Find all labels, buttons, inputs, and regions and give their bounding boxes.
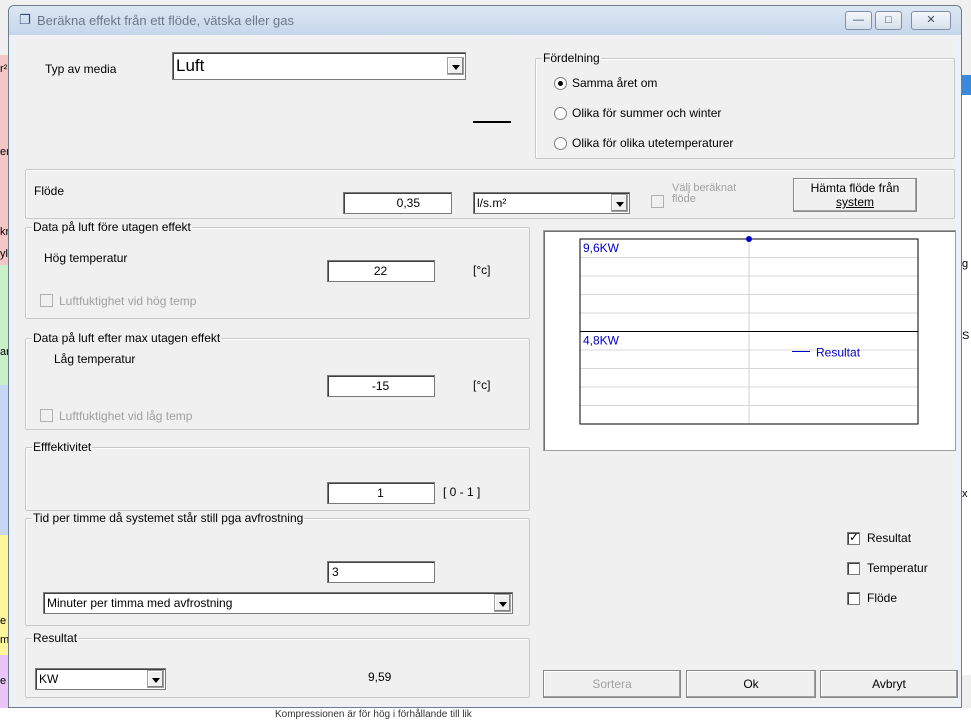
legend-temperature-label[interactable]: Temperatur	[867, 561, 928, 575]
high-temp-input[interactable]: 22	[327, 260, 435, 282]
result-title: Resultat	[32, 631, 79, 645]
flow-unit-select[interactable]: l/s.m²	[473, 192, 630, 214]
ok-button[interactable]: Ok	[686, 670, 816, 698]
result-chart-panel: 9,6KW 4,8KW Resultat	[543, 230, 956, 451]
low-humidity-label: Luftfuktighet vid låg temp	[59, 409, 193, 423]
dialog-client-area: Typ av media Luft Fördelning Samma året …	[16, 36, 958, 704]
separator-dash	[473, 121, 511, 123]
background-fragment: r²	[0, 63, 8, 75]
background-fragment: yl	[0, 248, 8, 260]
fetch-flow-button-line2: system	[835, 195, 874, 209]
background-fragment: e	[0, 615, 7, 627]
legend-result-checkbox[interactable]	[847, 530, 860, 545]
close-button[interactable]: ✕	[911, 11, 951, 30]
title-bar[interactable]: ❐ Beräkna effekt från ett flöde, vätska …	[9, 6, 961, 35]
chart-y-label: 4,8KW	[583, 334, 620, 348]
calculated-flow-label-line2: flöde	[672, 193, 696, 205]
background-status-text: Kompressionen är för hög i förhållande t…	[275, 709, 472, 720]
radio-label[interactable]: Olika för summer och winter	[572, 106, 721, 120]
fetch-flow-button-line1: Hämta flöde från	[810, 181, 900, 195]
background-bottom-strip	[0, 708, 971, 719]
chevron-down-icon[interactable]	[447, 57, 464, 75]
high-humidity-label: Luftfuktighet vid hög temp	[59, 294, 197, 308]
efficiency-range: [ 0 - 1 ]	[443, 485, 481, 499]
background-fragment: x	[962, 488, 968, 500]
minimize-button[interactable]: —	[845, 11, 872, 30]
legend-temperature-checkbox[interactable]	[847, 562, 860, 575]
high-temp-label: Hög temperatur	[44, 251, 128, 265]
efficiency-group: Efffektivitet 1 [ 0 - 1 ]	[25, 440, 530, 511]
legend-flow-checkbox[interactable]	[847, 592, 860, 605]
fetch-flow-button[interactable]: Hämta flöde från system	[793, 178, 917, 212]
high-humidity-checkbox[interactable]	[40, 294, 53, 307]
radio-label[interactable]: Olika för olika utetemperaturer	[572, 136, 733, 150]
radio-summer-winter[interactable]	[554, 107, 567, 120]
chart-data-point	[746, 236, 752, 242]
media-type-value: Luft	[176, 56, 205, 75]
flow-unit-value: l/s.m²	[477, 196, 507, 210]
radio-label[interactable]: Samma året om	[572, 76, 657, 90]
calculated-flow-label: Välj beräknat flöde	[672, 183, 736, 205]
air-after-title: Data på luft efter max utagen effekt	[32, 331, 222, 345]
result-group: Resultat KW 9,59	[25, 631, 530, 698]
result-unit-select[interactable]: KW	[35, 668, 166, 690]
distribution-group: Fördelning Samma året om Olika för summe…	[535, 51, 955, 159]
efficiency-title: Efffektivitet	[32, 440, 93, 454]
efficiency-input[interactable]: 1	[327, 482, 435, 504]
media-type-select[interactable]: Luft	[172, 52, 466, 80]
result-chart: 9,6KW 4,8KW Resultat	[579, 236, 919, 425]
window-title: Beräkna effekt från ett flöde, vätska el…	[37, 13, 295, 28]
defrost-minutes-input[interactable]: 3	[327, 561, 435, 583]
high-temp-unit: [°c]	[473, 263, 491, 277]
defrost-mode-select[interactable]: Minuter per timma med avfrostning	[43, 592, 513, 614]
sort-button[interactable]: Sortera	[543, 670, 681, 698]
calculated-flow-checkbox[interactable]	[651, 195, 664, 208]
media-type-label: Typ av media	[45, 62, 117, 76]
result-value: 9,59	[368, 670, 392, 684]
air-before-title: Data på luft före utagen effekt	[32, 220, 192, 234]
low-temp-unit: [°c]	[473, 378, 491, 392]
legend-flow-label[interactable]: Flöde	[867, 591, 897, 605]
low-humidity-checkbox[interactable]	[40, 409, 53, 422]
legend-result-label[interactable]: Resultat	[867, 531, 911, 545]
radio-same-all-year[interactable]	[554, 77, 567, 90]
cancel-button[interactable]: Avbryt	[820, 670, 958, 698]
chevron-down-icon[interactable]	[494, 594, 511, 612]
low-temp-input[interactable]: -15	[327, 375, 435, 397]
background-fragment: g	[962, 258, 969, 270]
maximize-button[interactable]: □	[875, 11, 902, 30]
air-before-group: Data på luft före utagen effekt Hög temp…	[25, 220, 530, 319]
defrost-mode-value: Minuter per timma med avfrostning	[47, 596, 233, 610]
result-unit-value: KW	[39, 672, 59, 686]
radio-outdoor-temps[interactable]	[554, 137, 567, 150]
chevron-down-icon[interactable]	[611, 194, 628, 212]
defrost-title: Tid per timme då systemet står still pga…	[32, 511, 305, 525]
background-fragment: S	[962, 330, 970, 342]
app-icon: ❐	[19, 12, 31, 27]
defrost-group: Tid per timme då systemet står still pga…	[25, 511, 530, 626]
calculate-power-dialog: ❐ Beräkna effekt från ett flöde, vätska …	[8, 5, 962, 708]
chevron-down-icon[interactable]	[147, 670, 164, 688]
flow-label: Flöde	[34, 184, 65, 198]
distribution-title: Fördelning	[542, 51, 601, 65]
flow-value-input[interactable]: 0,35	[343, 192, 452, 214]
low-temp-label: Låg temperatur	[54, 352, 136, 366]
background-fragment: e	[0, 675, 7, 687]
flow-group: Flöde 0,35 l/s.m² Välj beräknat flöde Hä…	[25, 169, 955, 219]
chart-legend-label: Resultat	[816, 346, 861, 360]
chart-y-label: 9,6KW	[583, 241, 620, 255]
air-after-group: Data på luft efter max utagen effekt Låg…	[25, 331, 530, 430]
